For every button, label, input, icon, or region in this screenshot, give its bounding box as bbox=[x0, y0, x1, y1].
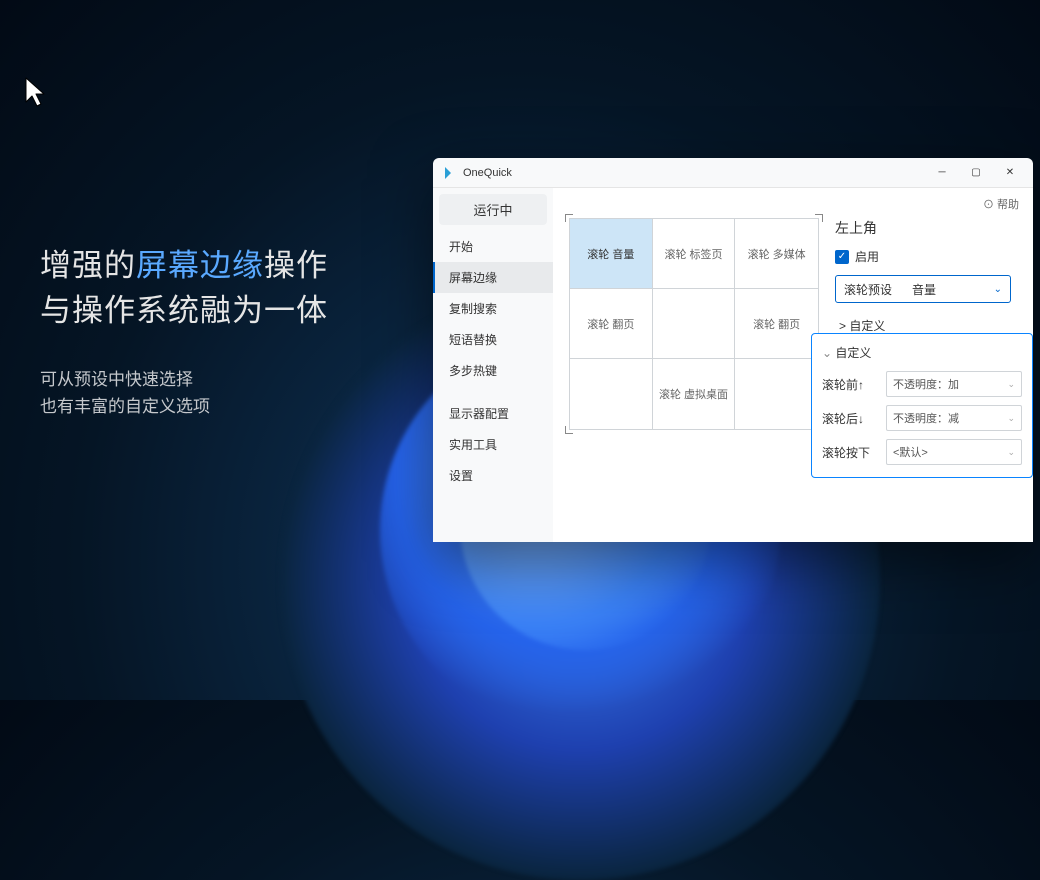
hero-line2: 与操作系统融为一体 bbox=[40, 285, 328, 330]
grid-cell-bot-center[interactable]: 滚轮 虚拟桌面 bbox=[653, 359, 736, 429]
custom-popup: ⌄ 自定义 滚轮前↑ 不透明度：加 ⌄ 滚轮后↓ 不透明度：减 ⌄ 滚轮按下 <… bbox=[811, 333, 1033, 478]
chevron-down-icon: ⌄ bbox=[1007, 379, 1015, 390]
grid-cell-bot-right[interactable] bbox=[735, 359, 818, 429]
help-link[interactable]: ⊙ 帮助 bbox=[983, 196, 1019, 212]
titlebar[interactable]: OneQuick ─ ▢ ✕ bbox=[433, 158, 1033, 188]
window-title: OneQuick bbox=[463, 167, 925, 179]
minimize-button[interactable]: ─ bbox=[925, 161, 959, 185]
sidebar-item-start[interactable]: 开始 bbox=[433, 231, 553, 262]
close-button[interactable]: ✕ bbox=[993, 161, 1027, 185]
chevron-down-icon: ⌄ bbox=[1007, 413, 1015, 424]
grid-cell-top-right[interactable]: 滚轮 多媒体 bbox=[735, 219, 818, 289]
hero-line1-highlight: 屏幕边缘 bbox=[136, 248, 264, 283]
sidebar-item-settings[interactable]: 设置 bbox=[433, 460, 553, 491]
tab-running[interactable]: 运行中 bbox=[439, 194, 547, 225]
popup-label-wheel-down: 滚轮后↓ bbox=[822, 410, 880, 427]
popup-select-wheel-down[interactable]: 不透明度：减 ⌄ bbox=[886, 405, 1022, 431]
grid-cell-mid-left[interactable]: 滚轮 翻页 bbox=[570, 289, 653, 359]
enable-label: 启用 bbox=[855, 248, 879, 265]
hero-sub1: 可从预设中快速选择 bbox=[40, 366, 328, 393]
sidebar: 运行中 开始 屏幕边缘 复制搜索 短语替换 多步热键 显示器配置 实用工具 设置 bbox=[433, 188, 553, 542]
popup-select-wheel-press[interactable]: <默认> ⌄ bbox=[886, 439, 1022, 465]
popup-label-wheel-press: 滚轮按下 bbox=[822, 444, 880, 461]
popup-label-wheel-up: 滚轮前↑ bbox=[822, 376, 880, 393]
chevron-down-icon: ⌄ bbox=[986, 284, 1010, 295]
grid-cell-top-center[interactable]: 滚轮 标签页 bbox=[653, 219, 736, 289]
popup-title: ⌄ 自定义 bbox=[822, 344, 1022, 361]
sidebar-item-utilities[interactable]: 实用工具 bbox=[433, 429, 553, 460]
sidebar-item-monitor-config[interactable]: 显示器配置 bbox=[433, 398, 553, 429]
grid-cell-top-left[interactable]: 滚轮 音量 bbox=[570, 219, 653, 289]
hero-line1-a: 增强的 bbox=[40, 248, 136, 283]
chevron-down-icon: ⌄ bbox=[1007, 447, 1015, 458]
enable-checkbox-row[interactable]: ✓ 启用 bbox=[835, 248, 1011, 265]
hero-line1-c: 操作 bbox=[264, 248, 328, 283]
sidebar-item-copy-search[interactable]: 复制搜索 bbox=[433, 293, 553, 324]
grid-cell-mid-center[interactable] bbox=[653, 289, 736, 359]
grid-cell-mid-right[interactable]: 滚轮 翻页 bbox=[735, 289, 818, 359]
app-icon bbox=[441, 165, 457, 181]
sidebar-item-multi-hotkey[interactable]: 多步热键 bbox=[433, 355, 553, 386]
edge-grid: 滚轮 音量 滚轮 标签页 滚轮 多媒体 滚轮 翻页 滚轮 翻页 滚轮 虚拟桌面 bbox=[569, 218, 819, 430]
preset-label: 滚轮预设 bbox=[836, 281, 900, 298]
sidebar-item-screen-edge[interactable]: 屏幕边缘 bbox=[433, 262, 553, 293]
popup-select-wheel-up[interactable]: 不透明度：加 ⌄ bbox=[886, 371, 1022, 397]
sidebar-item-phrase-replace[interactable]: 短语替换 bbox=[433, 324, 553, 355]
hero-sub2: 也有丰富的自定义选项 bbox=[40, 393, 328, 420]
config-panel: 左上角 ✓ 启用 滚轮预设 音量 ⌄ > 自定义 bbox=[835, 218, 1011, 338]
checkbox-icon: ✓ bbox=[835, 250, 849, 264]
maximize-button[interactable]: ▢ bbox=[959, 161, 993, 185]
grid-cell-bot-left[interactable] bbox=[570, 359, 653, 429]
cursor-icon bbox=[24, 76, 48, 108]
hero-text: 增强的屏幕边缘操作 与操作系统融为一体 可从预设中快速选择 也有丰富的自定义选项 bbox=[40, 240, 328, 420]
preset-dropdown[interactable]: 滚轮预设 音量 ⌄ bbox=[835, 275, 1011, 303]
app-window: OneQuick ─ ▢ ✕ 运行中 开始 屏幕边缘 复制搜索 短语替换 多步热… bbox=[433, 158, 1033, 542]
preset-value: 音量 bbox=[900, 281, 986, 298]
panel-title: 左上角 bbox=[835, 218, 1011, 238]
